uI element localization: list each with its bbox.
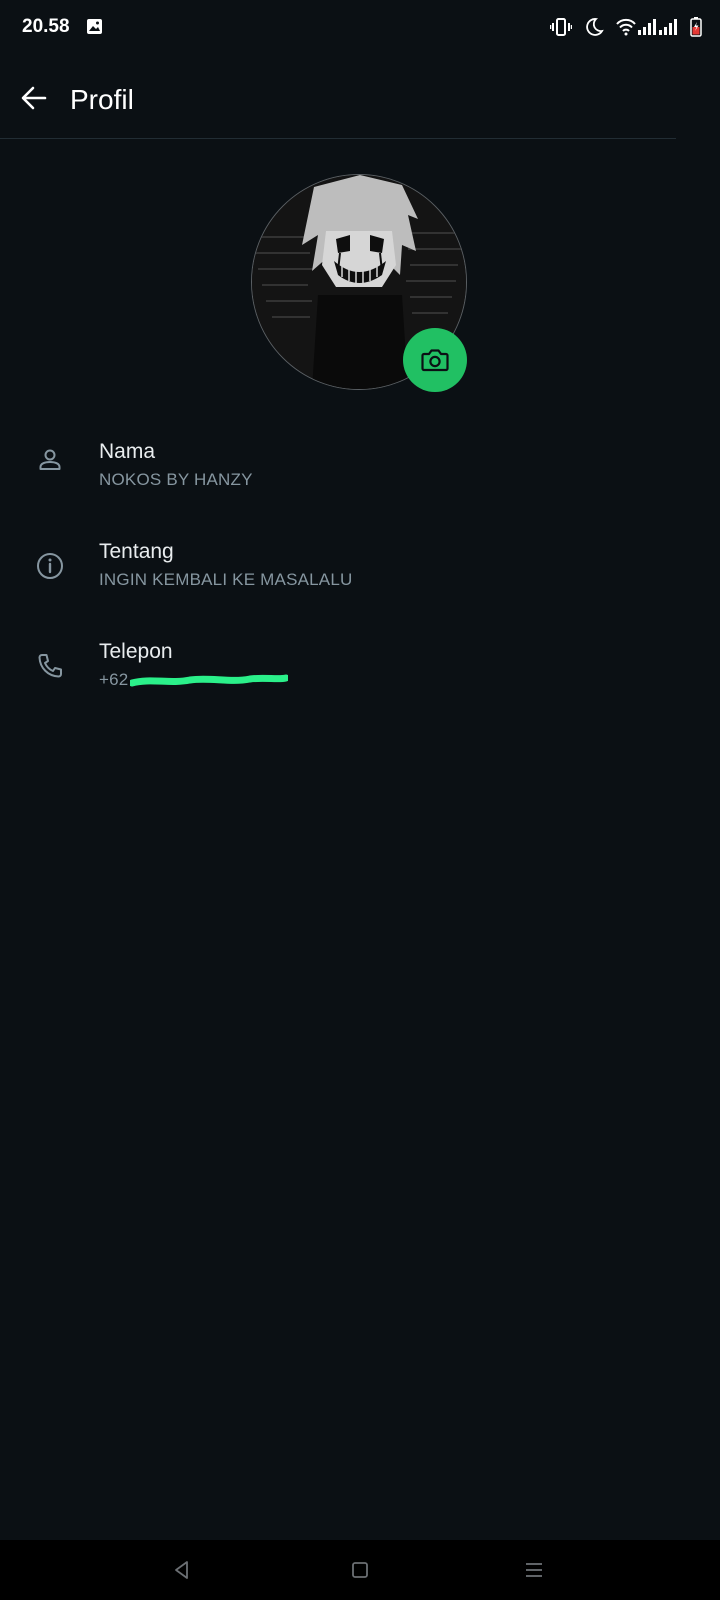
profile-screen: 20.58 Profil Nama NOKOS BY HANZY Tentang… xyxy=(0,0,720,1600)
nav-back-button[interactable] xyxy=(162,1550,202,1590)
phone-row[interactable]: Telepon +62 xyxy=(0,640,720,736)
change-photo-button[interactable] xyxy=(403,328,467,392)
wifi-signal-icon xyxy=(616,18,677,36)
about-label: Tentang xyxy=(99,540,174,563)
name-label: Nama xyxy=(99,440,156,463)
page-title: Profil xyxy=(70,84,134,115)
info-icon xyxy=(34,550,66,582)
avatar-section xyxy=(251,174,467,392)
system-nav-bar xyxy=(0,1540,720,1600)
phone-icon xyxy=(34,650,66,682)
nav-menu-button[interactable] xyxy=(514,1550,554,1590)
phone-value: +62 xyxy=(99,670,129,689)
name-row[interactable]: Nama NOKOS BY HANZY xyxy=(0,440,720,536)
camera-icon xyxy=(421,349,449,372)
battery-icon xyxy=(690,17,702,37)
gallery-notification-icon xyxy=(87,19,102,34)
name-value: NOKOS BY HANZY xyxy=(99,470,253,489)
home-square-icon xyxy=(352,1562,368,1578)
vibrate-icon xyxy=(550,18,572,36)
back-triangle-icon xyxy=(175,1561,188,1579)
nav-home-button[interactable] xyxy=(340,1550,380,1590)
about-value: INGIN KEMBALI KE MASALALU xyxy=(99,570,353,589)
do-not-disturb-moon-icon xyxy=(586,18,604,36)
status-time: 20.58 xyxy=(22,16,70,37)
status-bar: 20.58 xyxy=(0,0,720,56)
menu-lines-icon xyxy=(526,1563,542,1577)
status-icons xyxy=(550,15,702,39)
about-row[interactable]: Tentang INGIN KEMBALI KE MASALALU xyxy=(0,540,720,636)
phone-label: Telepon xyxy=(99,640,173,663)
person-icon xyxy=(34,444,66,476)
phone-redaction-mark xyxy=(130,674,288,687)
arrow-left-icon xyxy=(21,86,47,110)
app-bar: Profil xyxy=(0,64,676,139)
back-button[interactable] xyxy=(14,78,54,118)
